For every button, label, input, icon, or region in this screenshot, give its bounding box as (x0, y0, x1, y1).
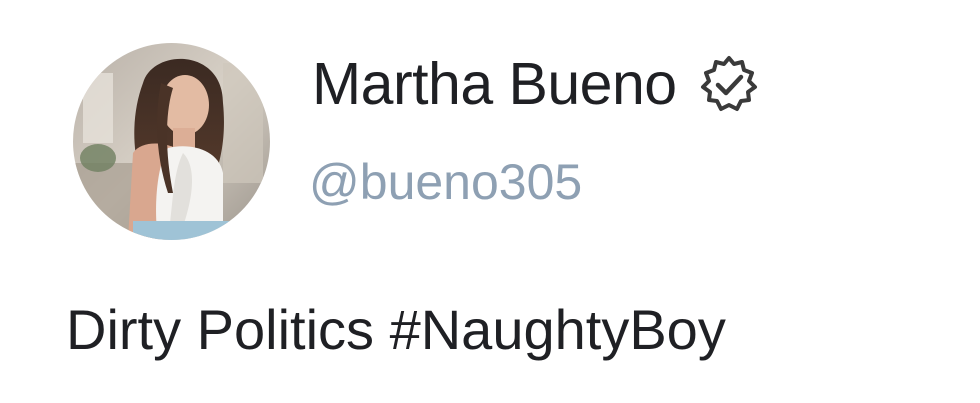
author-avatar[interactable] (73, 43, 270, 240)
author-display-name[interactable]: Martha Bueno (312, 52, 677, 116)
hashtag-link[interactable]: #NaughtyBoy (390, 298, 726, 361)
author-handle[interactable]: @bueno305 (309, 153, 582, 211)
profile-photo-icon (73, 43, 270, 240)
post-card: Martha Bueno @bueno305 Dirty Politics #N… (0, 0, 980, 403)
author-name-row: Martha Bueno (312, 52, 759, 116)
post-body: Dirty Politics #NaughtyBoy (66, 297, 726, 363)
verified-badge-icon (699, 54, 759, 114)
post-text: Dirty Politics (66, 298, 390, 361)
